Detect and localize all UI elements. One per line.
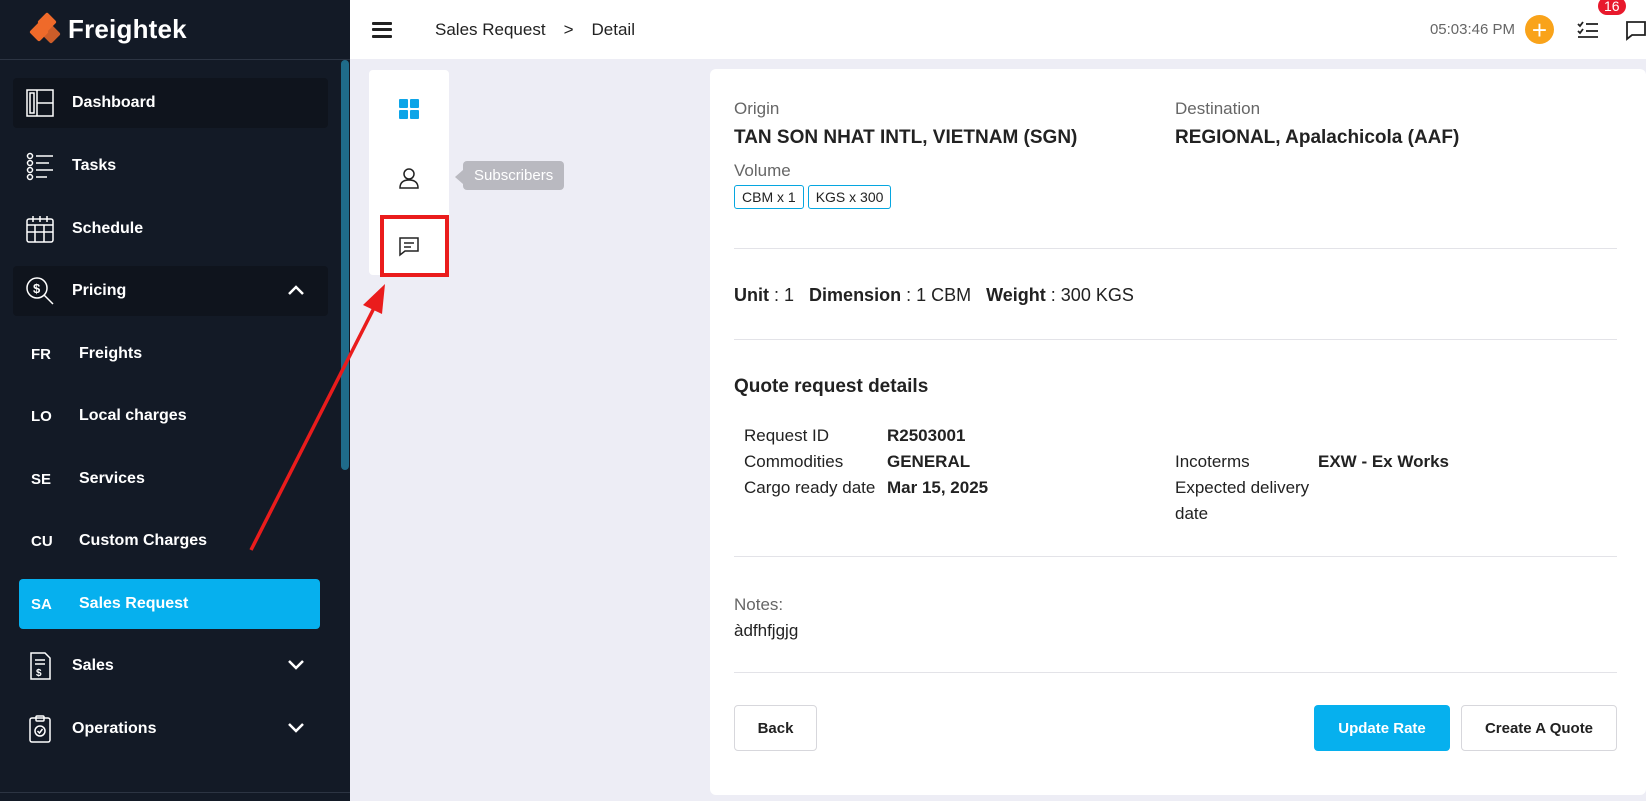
sidebar-item-custom-charges[interactable]: CU Custom Charges [19,516,320,566]
brand-name: Freightek [68,14,187,44]
sidebar-item-label: Schedule [72,220,144,237]
cargo-specs: Unit : 1 Dimension : 1 CBM Weight : 300 … [734,285,1134,305]
expected-delivery-label-line2: date [1175,504,1209,523]
top-bar-actions: 05:03:46 PM + 16 [1430,0,1646,59]
subscribers-tab[interactable] [369,145,449,211]
sidebar-item-dashboard[interactable]: Dashboard [13,78,328,128]
incoterms-value: EXW - Ex Works [1318,452,1449,471]
breadcrumb-sales-request[interactable]: Sales Request [435,20,546,40]
chevron-down-icon[interactable] [286,655,306,675]
commodities-label: Commodities [744,452,844,471]
breadcrumb: Sales Request > Detail [435,20,635,40]
cargo-ready-label: Cargo ready date [744,478,876,497]
weight-value: 300 KGS [1060,285,1134,305]
update-rate-button[interactable]: Update Rate [1314,705,1450,751]
unit-label: Unit [734,285,769,305]
logo-mark-icon [29,11,61,45]
invoice-icon: $ [23,649,57,683]
incoterms-label: Incoterms [1175,452,1250,471]
sidebar: Freightek Dashboard Tasks Schedule $ Pri… [0,0,350,801]
divider [734,556,1617,557]
highlight-box [380,215,449,277]
chevron-up-icon[interactable] [286,280,306,300]
clipboard-icon [23,712,57,746]
create-quote-button[interactable]: Create A Quote [1461,705,1617,751]
volume-label: Volume [734,161,791,180]
commodities-value: GENERAL [887,452,971,471]
sidebar-item-local-charges[interactable]: LO Local charges [19,391,320,441]
sidebar-item-abbr: SE [31,470,52,488]
notes-label: Notes: [734,595,784,614]
sidebar-item-schedule[interactable]: Schedule [13,204,328,254]
sidebar-item-label: Local charges [79,407,187,424]
divider [734,339,1617,340]
user-icon [399,168,419,189]
overview-tab[interactable] [369,76,449,142]
destination-label: Destination [1175,99,1261,118]
sidebar-item-label: Custom Charges [79,532,208,549]
breadcrumb-separator: > [563,19,574,39]
destination-value: REGIONAL, Apalachicola (AAF) [1175,127,1460,148]
dimension-value: 1 CBM [916,285,972,305]
sidebar-item-freights[interactable]: FR Freights [19,329,320,379]
sidebar-item-label: Sales [72,657,114,674]
notes-value: àdfhfjgjg [734,621,799,640]
unit-value: 1 [784,285,795,305]
tasks-icon [23,149,57,183]
sidebar-item-tasks[interactable]: Tasks [13,141,328,191]
request-id-label: Request ID [744,426,830,445]
sidebar-item-services[interactable]: SE Services [19,454,320,504]
subscribers-tooltip: Subscribers [454,161,565,190]
sidebar-item-label: Tasks [72,157,117,174]
volume-tag: CBM x 1 [734,185,804,209]
sidebar-scrollbar[interactable] [341,60,349,470]
pricing-icon: $ [23,274,57,308]
sidebar-divider [0,792,350,793]
origin-label: Origin [734,99,780,118]
sidebar-item-label: Operations [72,720,157,737]
plus-icon: + [1531,14,1548,45]
sidebar-item-abbr: FR [31,345,51,363]
divider [734,672,1617,673]
request-id-value: R2503001 [887,426,966,445]
task-list-icon[interactable]: 16 [1576,0,1626,43]
volume-tag: KGS x 300 [807,185,892,209]
hamburger-menu-icon[interactable] [372,21,392,38]
sidebar-item-operations[interactable]: Operations [13,704,328,754]
sidebar-item-label: Dashboard [72,94,156,111]
svg-text:$: $ [36,668,42,679]
svg-text:$: $ [33,281,41,296]
sidebar-item-sales[interactable]: $ Sales [13,641,328,691]
clock: 05:03:46 PM [1429,21,1515,38]
origin-value: TAN SON NHAT INTL, VIETNAM (SGN) [734,127,1078,148]
sidebar-item-label: Services [79,470,145,487]
sidebar-item-label: Freights [79,345,143,362]
sidebar-item-label: Pricing [72,282,127,299]
sidebar-item-abbr: LO [31,407,52,425]
grid-icon [399,99,419,119]
chat-icon[interactable] [1624,18,1646,42]
sidebar-item-abbr: SA [31,595,52,613]
expected-delivery-label: Expected delivery [1175,478,1310,497]
calendar-icon [23,212,57,246]
chevron-down-icon[interactable] [286,718,306,738]
volume-tags: CBM x 1 KGS x 300 [734,185,895,209]
sidebar-item-abbr: CU [31,532,53,550]
weight-label: Weight [986,285,1046,305]
cargo-ready-value: Mar 15, 2025 [887,478,989,497]
back-button[interactable]: Back [734,705,817,751]
breadcrumb-detail: Detail [591,19,635,39]
top-bar: Sales Request > Detail 05:03:46 PM + 16 [350,0,1646,59]
sidebar-item-pricing[interactable]: $ Pricing [13,266,328,316]
dimension-label: Dimension [809,285,902,305]
add-button[interactable]: + [1525,15,1554,44]
quote-request-title: Quote request details [734,376,929,397]
sidebar-item-sales-request[interactable]: SA Sales Request [19,579,320,629]
sidebar-item-label: Sales Request [79,595,189,612]
divider [734,248,1617,249]
dashboard-icon [23,86,57,120]
detail-card: Origin TAN SON NHAT INTL, VIETNAM (SGN) … [710,69,1646,795]
notification-badge: 16 [1598,0,1626,15]
logo[interactable]: Freightek [0,0,350,60]
